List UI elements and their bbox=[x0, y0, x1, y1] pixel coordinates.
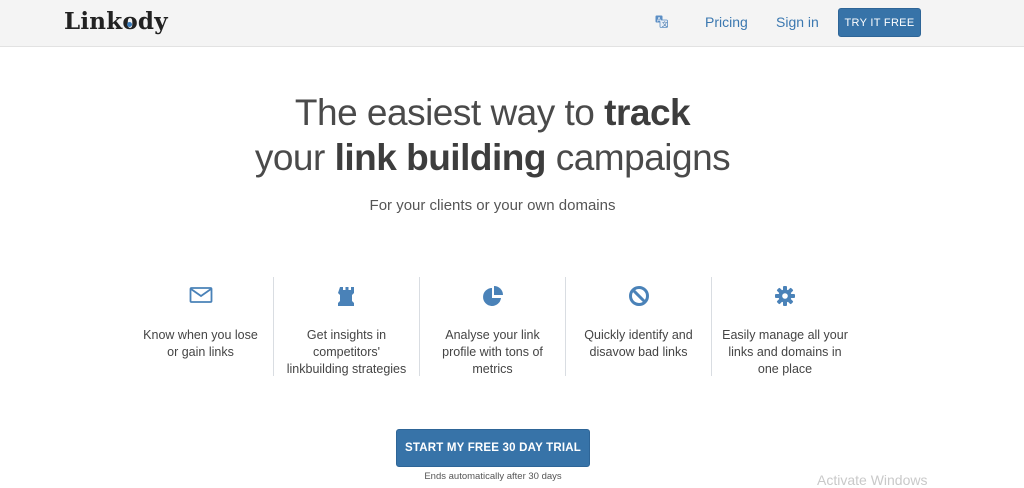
rook-icon bbox=[337, 287, 354, 306]
top-navbar: Linkody A 文 Pricing Sign in TRY IT FREE bbox=[0, 0, 1024, 47]
feature-text: Easily manage all your links and domains… bbox=[722, 328, 848, 376]
gear-icon bbox=[775, 286, 795, 306]
windows-activation-watermark: Activate Windows bbox=[817, 472, 928, 488]
hero-title-line1-pre: The easiest way to bbox=[294, 92, 605, 133]
feature-item: Quickly identify and disavow bad links bbox=[566, 277, 712, 376]
feature-text: Know when you lose or gain links bbox=[143, 328, 258, 359]
translate-icon[interactable]: A 文 bbox=[655, 15, 668, 28]
feature-item: Analyse your link profile with tons of m… bbox=[420, 277, 566, 376]
pie-chart-icon bbox=[482, 286, 503, 306]
hero-title-line2-pre: your bbox=[254, 137, 335, 178]
nav-pricing-link[interactable]: Pricing bbox=[705, 14, 748, 30]
svg-text:文: 文 bbox=[662, 21, 668, 29]
linkody-logo[interactable]: Linkody bbox=[64, 8, 168, 35]
feature-text: Quickly identify and disavow bad links bbox=[584, 328, 693, 359]
ban-icon bbox=[628, 286, 649, 306]
hero-subtitle: For your clients or your own domains bbox=[369, 197, 616, 214]
features-row: Know when you lose or gain links Get ins… bbox=[128, 277, 860, 376]
hero-title-line1-bold: track bbox=[604, 92, 691, 133]
envelope-icon bbox=[189, 287, 212, 303]
feature-item: Know when you lose or gain links bbox=[128, 277, 274, 376]
feature-item: Get insights in competitors' linkbuildin… bbox=[274, 277, 420, 376]
feature-item: Easily manage all your links and domains… bbox=[712, 277, 858, 376]
logo-dot bbox=[127, 22, 132, 27]
feature-text: Analyse your link profile with tons of m… bbox=[442, 328, 543, 376]
feature-text: Get insights in competitors' linkbuildin… bbox=[286, 328, 407, 376]
start-free-trial-button[interactable]: START MY FREE 30 DAY TRIAL bbox=[396, 429, 590, 467]
try-it-free-button[interactable]: TRY IT FREE bbox=[838, 8, 921, 37]
hero-title: The easiest way to track your link build… bbox=[0, 90, 985, 180]
trial-note: Ends automatically after 30 days bbox=[424, 471, 562, 482]
hero-title-line2-post: campaigns bbox=[545, 137, 731, 178]
hero-title-line2-bold: link building bbox=[334, 137, 547, 178]
nav-sign-in-link[interactable]: Sign in bbox=[776, 14, 819, 30]
